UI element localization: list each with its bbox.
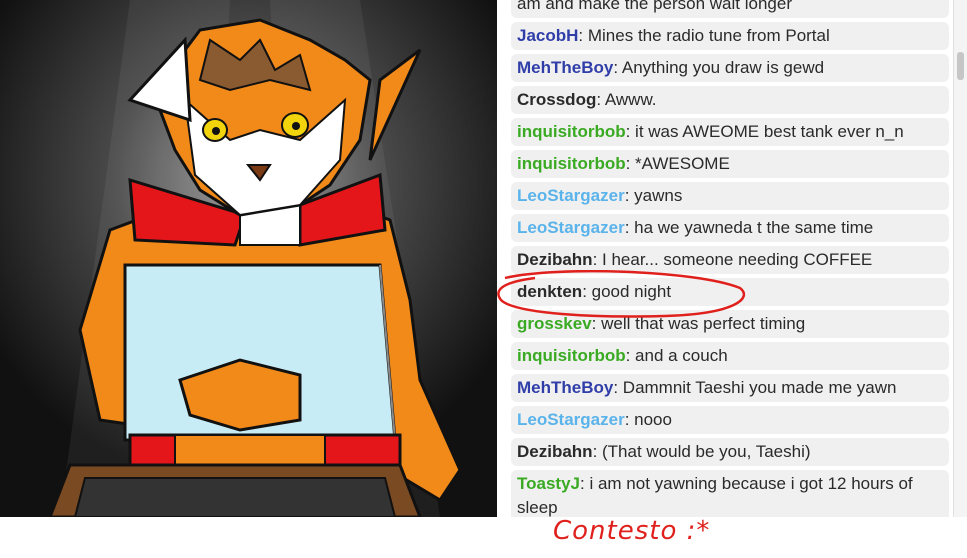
chat-message-text: : yawns: [624, 186, 683, 205]
fox-drawing: [0, 0, 497, 517]
chat-message: Crossdog: Awww.: [511, 86, 949, 114]
chat-message: inquisitorbob: *AWESOME: [511, 150, 949, 178]
scrollbar-thumb[interactable]: [957, 52, 964, 80]
handwritten-annotation: Contesto :*: [553, 516, 711, 546]
chat-username[interactable]: LeoStargazer: [517, 186, 625, 205]
chat-message: LeoStargazer: ha we yawneda t the same t…: [511, 214, 949, 242]
chat-username[interactable]: LeoStargazer: [517, 410, 625, 429]
chat-message-text: : Anything you draw is gewd: [613, 58, 825, 77]
chat-message-text: am and make the person wait longer: [517, 0, 792, 13]
chat-message-text: : nooo: [624, 410, 672, 429]
chat-username[interactable]: MehTheBoy: [517, 58, 613, 77]
chat-username[interactable]: Dezibahn: [517, 250, 593, 269]
chat-message-text: : and a couch: [625, 346, 728, 365]
chat-username[interactable]: inquisitorbob: [517, 122, 626, 141]
chat-message: ToastyJ: i am not yawning because i got …: [511, 470, 949, 517]
red-highlight-ellipse: [497, 270, 746, 318]
chat-username[interactable]: Crossdog: [517, 90, 596, 109]
chat-message-text: : ha we yawneda t the same time: [624, 218, 874, 237]
chat-username[interactable]: inquisitorbob: [517, 346, 626, 365]
chat-message: am and make the person wait longer: [511, 0, 949, 18]
chat-username[interactable]: Dezibahn: [517, 442, 593, 461]
chat-message: LeoStargazer: nooo: [511, 406, 949, 434]
chat-message-text: : Awww.: [596, 90, 657, 109]
chat-message-text: : it was AWEOME best tank ever n_n: [625, 122, 904, 141]
chat-username[interactable]: MehTheBoy: [517, 378, 613, 397]
chat-username[interactable]: inquisitorbob: [517, 154, 626, 173]
chat-message: JacobH: Mines the radio tune from Portal: [511, 22, 949, 50]
chat-message-text: : Dammnit Taeshi you made me yawn: [613, 378, 897, 397]
chat-message-text: : (That would be you, Taeshi): [592, 442, 811, 461]
chat-log: am and make the person wait longer JacobH…: [511, 0, 953, 517]
chat-message: Dezibahn: (That would be you, Taeshi): [511, 438, 949, 466]
chat-username[interactable]: ToastyJ: [517, 474, 580, 493]
chat-message: inquisitorbob: it was AWEOME best tank e…: [511, 118, 949, 146]
chat-username[interactable]: JacobH: [517, 26, 578, 45]
chat-message: inquisitorbob: and a couch: [511, 342, 949, 370]
chat-message: MehTheBoy: Dammnit Taeshi you made me ya…: [511, 374, 949, 402]
artwork-image: [0, 0, 497, 517]
chat-message: MehTheBoy: Anything you draw is gewd: [511, 54, 949, 82]
chat-message: LeoStargazer: yawns: [511, 182, 949, 210]
chat-message-text: : *AWESOME: [625, 154, 730, 173]
chat-username[interactable]: LeoStargazer: [517, 218, 625, 237]
chat-message-text: : I hear... someone needing COFFEE: [592, 250, 873, 269]
chat-message-text: : Mines the radio tune from Portal: [578, 26, 830, 45]
chat-scrollbar[interactable]: [953, 0, 967, 517]
